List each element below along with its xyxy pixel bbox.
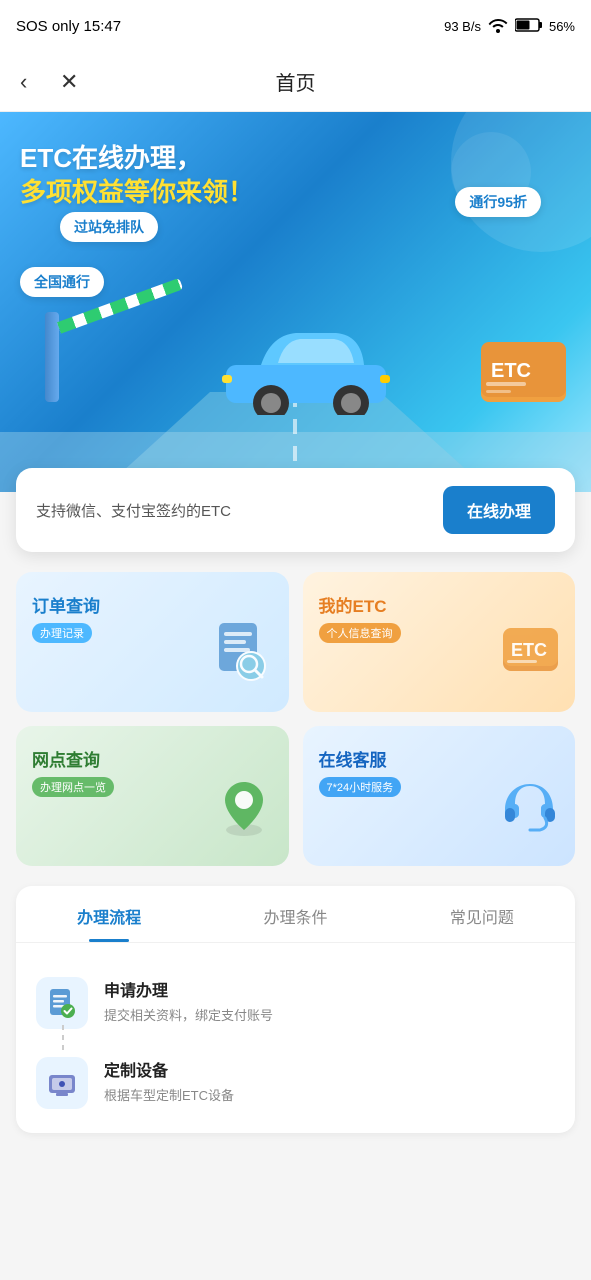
menu-grid: 订单查询 办理记录 我的ETC 个人信息查询 ETC <box>0 552 591 886</box>
process-title-1: 申请办理 <box>104 977 273 1001</box>
order-query-icon <box>209 618 279 702</box>
page-title: 首页 <box>276 67 316 96</box>
process-title-2: 定制设备 <box>104 1057 234 1081</box>
process-item-2: 定制设备 根据车型定制ETC设备 <box>36 1043 555 1123</box>
online-apply-button[interactable]: 在线办理 <box>443 486 555 534</box>
order-query-sub: 办理记录 <box>32 623 92 643</box>
svg-text:ETC: ETC <box>511 640 547 660</box>
order-query-card[interactable]: 订单查询 办理记录 <box>16 572 289 712</box>
tab-process[interactable]: 办理流程 <box>16 886 202 942</box>
status-bar: SOS only 15:47 93 B/s 56% <box>0 0 591 52</box>
svg-text:ETC: ETC <box>491 360 531 382</box>
tabs-section: 办理流程 办理条件 常见问题 申请办理 提交相关资料，绑定支付账号 <box>16 886 575 1133</box>
car-illustration <box>206 315 406 420</box>
battery-icon <box>515 17 543 36</box>
cta-strip: 支持微信、支付宝签约的ETC 在线办理 <box>16 468 575 552</box>
process-desc-1: 提交相关资料，绑定支付账号 <box>104 1005 273 1024</box>
process-icon-device <box>36 1057 88 1109</box>
process-item-1: 申请办理 提交相关资料，绑定支付账号 <box>36 963 555 1043</box>
online-service-icon <box>495 772 565 856</box>
etc-card-illustration: ETC <box>481 342 571 412</box>
wifi-icon <box>487 17 509 36</box>
online-service-sub: 7*24小时服务 <box>319 777 402 797</box>
process-icon-apply <box>36 977 88 1029</box>
speed-indicator: 93 B/s <box>444 19 481 34</box>
online-service-card[interactable]: 在线客服 7*24小时服务 <box>303 726 576 866</box>
process-desc-2: 根据车型定制ETC设备 <box>104 1085 234 1104</box>
my-etc-title: 我的ETC <box>319 592 560 617</box>
badge-nationwide: 全国通行 <box>20 267 104 297</box>
banner: ETC在线办理， 多项权益等你来领！ 过站免排队 通行95折 全国通行 <box>0 112 591 492</box>
cta-text: 支持微信、支付宝签约的ETC <box>36 500 231 521</box>
status-time: SOS only 15:47 <box>16 18 121 35</box>
badge-no-queue: 过站免排队 <box>60 212 158 242</box>
order-query-title: 订单查询 <box>32 592 273 617</box>
close-button[interactable]: ✕ <box>60 69 78 95</box>
barrier-illustration <box>45 312 59 402</box>
back-button[interactable]: ‹ <box>20 69 27 95</box>
outlet-query-card[interactable]: 网点查询 办理网点一览 <box>16 726 289 866</box>
my-etc-card[interactable]: 我的ETC 个人信息查询 ETC <box>303 572 576 712</box>
outlet-query-sub: 办理网点一览 <box>32 777 114 797</box>
outlet-query-title: 网点查询 <box>32 746 273 771</box>
nav-bar: ‹ ✕ 首页 <box>0 52 591 112</box>
badge-discount: 通行95折 <box>455 187 541 217</box>
online-service-title: 在线客服 <box>319 746 560 771</box>
process-list: 申请办理 提交相关资料，绑定支付账号 定制设备 根据车型定制ETC设备 <box>16 943 575 1133</box>
battery-percent: 56% <box>549 19 575 34</box>
my-etc-icon: ETC <box>495 618 565 702</box>
tab-conditions[interactable]: 办理条件 <box>202 886 388 942</box>
status-right: 93 B/s 56% <box>444 17 575 36</box>
tab-faq[interactable]: 常见问题 <box>389 886 575 942</box>
outlet-query-icon <box>209 772 279 856</box>
my-etc-sub: 个人信息查询 <box>319 623 401 643</box>
tabs-header: 办理流程 办理条件 常见问题 <box>16 886 575 943</box>
